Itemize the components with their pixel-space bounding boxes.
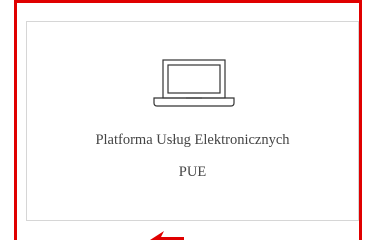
pue-service-card[interactable]: Platforma Usług Elektronicznych PUE <box>26 21 359 221</box>
card-title: Platforma Usług Elektronicznych <box>95 132 290 148</box>
card-subtitle: PUE <box>178 164 207 180</box>
red-arrow-fragment <box>150 231 184 240</box>
laptop-icon <box>153 59 235 107</box>
